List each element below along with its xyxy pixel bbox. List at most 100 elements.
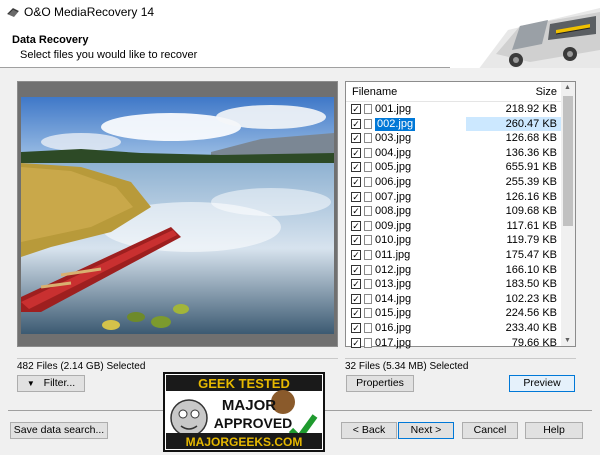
file-icon: [364, 147, 372, 158]
file-size: 126.68 KB: [505, 132, 557, 145]
file-icon: [364, 337, 372, 348]
file-checkbox[interactable]: ✓: [351, 279, 361, 290]
properties-button[interactable]: Properties: [346, 375, 414, 392]
column-header-filename[interactable]: Filename: [352, 86, 397, 98]
file-checkbox[interactable]: ✓: [351, 322, 361, 333]
window-title: O&O MediaRecovery 14: [24, 5, 155, 19]
file-checkbox[interactable]: ✓: [351, 235, 361, 246]
preview-button[interactable]: Preview: [509, 375, 575, 392]
file-name: 012.jpg: [375, 263, 412, 276]
file-name: 015.jpg: [375, 307, 412, 320]
file-row[interactable]: ✓ 016.jpg 233.40 KB: [346, 321, 563, 336]
file-checkbox[interactable]: ✓: [351, 133, 361, 144]
file-checkbox[interactable]: ✓: [351, 147, 361, 158]
file-icon: [364, 293, 372, 304]
file-icon: [364, 206, 372, 217]
preview-image: [21, 97, 334, 334]
badge-line-1: GEEK TESTED: [198, 376, 290, 391]
file-size: 117.61 KB: [506, 219, 557, 232]
rescue-vehicle-illustration: [450, 0, 600, 68]
column-header-size[interactable]: Size: [536, 86, 557, 98]
file-row[interactable]: ✓ 011.jpg 175.47 KB: [346, 248, 563, 263]
file-name: 016.jpg: [375, 321, 412, 334]
vertical-scrollbar[interactable]: ▲ ▼: [561, 82, 575, 346]
file-checkbox[interactable]: ✓: [351, 337, 361, 348]
app-icon: [7, 8, 19, 17]
file-size: 119.79 KB: [506, 234, 557, 247]
file-size: 260.47 KB: [466, 116, 563, 131]
file-name: 006.jpg: [375, 175, 412, 188]
file-size: 79.66 KB: [511, 336, 557, 349]
image-preview-pane: [17, 81, 338, 347]
next-button[interactable]: Next >: [398, 422, 454, 439]
file-checkbox[interactable]: ✓: [351, 191, 361, 202]
file-row[interactable]: ✓ 008.jpg 109.68 KB: [346, 204, 563, 219]
file-icon: [364, 235, 372, 246]
file-icon: [364, 220, 372, 231]
back-button[interactable]: < Back: [341, 422, 397, 439]
file-row[interactable]: ✓ 012.jpg 166.10 KB: [346, 263, 563, 278]
file-icon: [364, 249, 372, 260]
majorgeeks-badge-logo: GEEK TESTED MAJOR APPROVED MAJORGEEKS.CO…: [163, 372, 325, 452]
file-size: 126.16 KB: [505, 190, 557, 203]
file-checkbox[interactable]: ✓: [351, 264, 361, 275]
scrollbar-thumb[interactable]: [563, 96, 573, 226]
file-size: 655.91 KB: [505, 161, 557, 174]
file-list[interactable]: Filename Size ✓ 001.jpg 218.92 KB ✓ 002.jpg 2…: [345, 81, 576, 349]
file-row[interactable]: ✓ 014.jpg 102.23 KB: [346, 292, 563, 307]
file-row[interactable]: ✓ 010.jpg 119.79 KB: [346, 233, 563, 248]
save-data-search-button[interactable]: Save data search...: [10, 422, 108, 439]
file-row[interactable]: ✓ 006.jpg 255.39 KB: [346, 175, 563, 190]
file-name: 005.jpg: [375, 161, 412, 174]
cancel-button[interactable]: Cancel: [462, 422, 518, 439]
file-row[interactable]: ✓ 001.jpg 218.92 KB: [346, 102, 563, 117]
page-subtitle: Select files you would like to recover: [20, 49, 198, 61]
file-size: 224.56 KB: [505, 307, 557, 320]
file-checkbox[interactable]: ✓: [351, 308, 361, 319]
file-name: 010.jpg: [375, 234, 412, 247]
filter-button[interactable]: ▼ Filter...: [17, 375, 85, 392]
file-row[interactable]: ✓ 003.jpg 126.68 KB: [346, 131, 563, 146]
file-checkbox[interactable]: ✓: [351, 104, 361, 114]
file-name: 008.jpg: [375, 205, 412, 218]
file-name: 004.jpg: [375, 146, 412, 159]
file-name: 003.jpg: [375, 132, 412, 145]
file-checkbox[interactable]: ✓: [351, 162, 361, 173]
wizard-header: Data Recovery Select files you would lik…: [0, 0, 600, 68]
badge-line-4: MAJORGEEKS.COM: [186, 435, 303, 449]
file-checkbox[interactable]: ✓: [351, 206, 361, 217]
file-icon: [364, 264, 372, 275]
file-icon: [364, 162, 372, 173]
file-row[interactable]: ✓ 002.jpg 260.47 KB: [346, 116, 563, 132]
help-button[interactable]: Help: [525, 422, 583, 439]
file-icon: [364, 133, 372, 144]
file-icon: [364, 279, 372, 290]
status-total-files: 482 Files (2.14 GB) Selected: [17, 358, 338, 372]
file-size: 233.40 KB: [505, 321, 557, 334]
file-size: 136.36 KB: [505, 146, 557, 159]
file-row[interactable]: ✓ 009.jpg 117.61 KB: [346, 219, 563, 234]
file-size: 218.92 KB: [505, 103, 557, 115]
file-name: 009.jpg: [375, 219, 412, 232]
file-checkbox[interactable]: ✓: [351, 293, 361, 304]
file-name: 002.jpg: [375, 117, 416, 131]
file-size: 166.10 KB: [505, 263, 557, 276]
file-row[interactable]: ✓ 005.jpg 655.91 KB: [346, 160, 563, 175]
file-size: 175.47 KB: [505, 248, 557, 261]
file-size: 102.23 KB: [505, 292, 557, 305]
file-checkbox[interactable]: ✓: [351, 176, 361, 187]
scroll-down-icon[interactable]: ▼: [564, 337, 571, 344]
file-row[interactable]: ✓ 015.jpg 224.56 KB: [346, 306, 563, 321]
file-checkbox[interactable]: ✓: [351, 118, 361, 129]
file-checkbox[interactable]: ✓: [351, 249, 361, 260]
file-name: 017.jpg: [375, 336, 412, 349]
file-row[interactable]: ✓ 007.jpg 126.16 KB: [346, 190, 563, 205]
file-row[interactable]: ✓ 004.jpg 136.36 KB: [346, 146, 563, 161]
page-title: Data Recovery: [12, 34, 89, 46]
chevron-down-icon: ▼: [26, 379, 35, 388]
file-checkbox[interactable]: ✓: [351, 220, 361, 231]
file-icon: [364, 191, 372, 202]
file-row[interactable]: ✓ 013.jpg 183.50 KB: [346, 277, 563, 292]
file-row[interactable]: ✓ 017.jpg 79.66 KB: [346, 336, 563, 351]
scroll-up-icon[interactable]: ▲: [564, 84, 571, 91]
